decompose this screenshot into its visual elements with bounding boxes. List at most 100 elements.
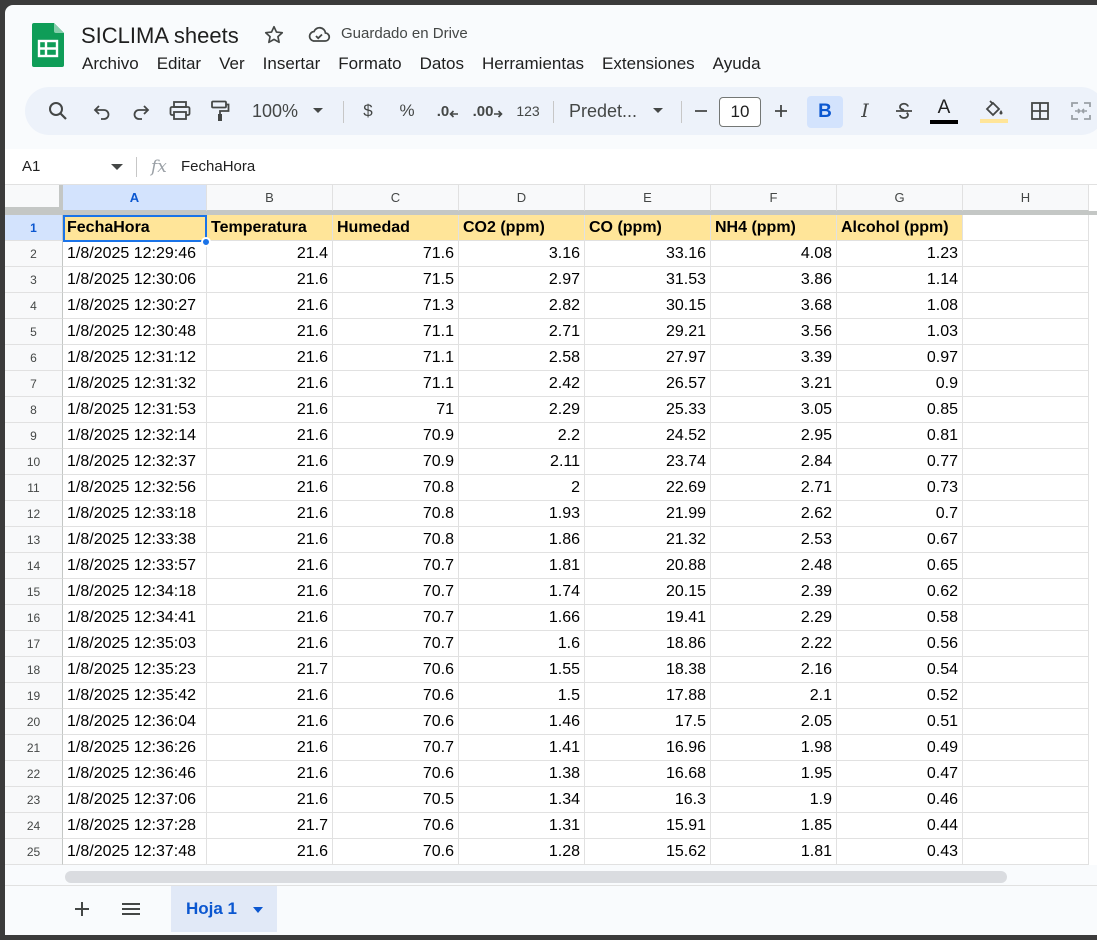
- borders-icon[interactable]: [1025, 87, 1055, 135]
- table-cell[interactable]: 1.31: [459, 813, 585, 839]
- header-cell[interactable]: FechaHora: [63, 215, 207, 241]
- table-cell[interactable]: 1.9: [711, 787, 837, 813]
- table-cell[interactable]: [963, 631, 1089, 657]
- table-cell[interactable]: 30.15: [585, 293, 711, 319]
- table-cell[interactable]: 0.67: [837, 527, 963, 553]
- table-cell[interactable]: 70.7: [333, 605, 459, 631]
- header-cell[interactable]: [963, 215, 1089, 241]
- table-cell[interactable]: [963, 319, 1089, 345]
- table-cell[interactable]: 0.43: [837, 839, 963, 865]
- table-cell[interactable]: 21.6: [207, 293, 333, 319]
- table-cell[interactable]: 1/8/2025 12:30:06: [63, 267, 207, 293]
- table-cell[interactable]: [963, 813, 1089, 839]
- menu-ver[interactable]: Ver: [210, 51, 254, 79]
- table-cell[interactable]: [963, 553, 1089, 579]
- table-cell[interactable]: 70.6: [333, 839, 459, 865]
- table-cell[interactable]: 4.08: [711, 241, 837, 267]
- table-cell[interactable]: 2.71: [711, 475, 837, 501]
- row-header-10[interactable]: 10: [5, 449, 63, 475]
- header-cell[interactable]: Temperatura: [207, 215, 333, 241]
- table-cell[interactable]: 0.54: [837, 657, 963, 683]
- table-cell[interactable]: 1.95: [711, 761, 837, 787]
- table-cell[interactable]: 21.6: [207, 761, 333, 787]
- name-box-dropdown-icon[interactable]: [111, 164, 123, 170]
- menu-extensiones[interactable]: Extensiones: [593, 51, 704, 79]
- row-header-4[interactable]: 4: [5, 293, 63, 319]
- horizontal-scrollbar[interactable]: [65, 871, 1007, 883]
- table-cell[interactable]: 0.9: [837, 371, 963, 397]
- table-cell[interactable]: [963, 241, 1089, 267]
- column-header-b[interactable]: B: [207, 185, 333, 211]
- table-cell[interactable]: 70.8: [333, 527, 459, 553]
- table-cell[interactable]: 19.41: [585, 605, 711, 631]
- table-cell[interactable]: 2.05: [711, 709, 837, 735]
- table-cell[interactable]: 0.44: [837, 813, 963, 839]
- menu-editar[interactable]: Editar: [148, 51, 210, 79]
- table-cell[interactable]: 1/8/2025 12:31:32: [63, 371, 207, 397]
- row-header-2[interactable]: 2: [5, 241, 63, 267]
- table-cell[interactable]: 70.6: [333, 709, 459, 735]
- row-header-14[interactable]: 14: [5, 553, 63, 579]
- table-cell[interactable]: 0.85: [837, 397, 963, 423]
- table-cell[interactable]: 27.97: [585, 345, 711, 371]
- table-cell[interactable]: 21.6: [207, 475, 333, 501]
- table-cell[interactable]: [963, 579, 1089, 605]
- table-cell[interactable]: 2.58: [459, 345, 585, 371]
- column-header-d[interactable]: D: [459, 185, 585, 211]
- menu-herramientas[interactable]: Herramientas: [473, 51, 593, 79]
- table-cell[interactable]: 20.15: [585, 579, 711, 605]
- formula-input[interactable]: FechaHora: [181, 158, 255, 175]
- row-header-5[interactable]: 5: [5, 319, 63, 345]
- row-header-17[interactable]: 17: [5, 631, 63, 657]
- table-cell[interactable]: 1.55: [459, 657, 585, 683]
- table-cell[interactable]: 21.6: [207, 631, 333, 657]
- table-cell[interactable]: 2.16: [711, 657, 837, 683]
- row-header-23[interactable]: 23: [5, 787, 63, 813]
- row-header-11[interactable]: 11: [5, 475, 63, 501]
- bold-button[interactable]: B: [807, 96, 843, 128]
- table-cell[interactable]: 1.6: [459, 631, 585, 657]
- document-title[interactable]: SICLIMA sheets: [81, 23, 239, 49]
- table-cell[interactable]: 21.6: [207, 683, 333, 709]
- table-cell[interactable]: 21.6: [207, 787, 333, 813]
- table-cell[interactable]: [963, 501, 1089, 527]
- table-cell[interactable]: [963, 449, 1089, 475]
- table-cell[interactable]: 2.22: [711, 631, 837, 657]
- table-cell[interactable]: 71.5: [333, 267, 459, 293]
- row-header-1[interactable]: 1: [5, 215, 63, 241]
- table-cell[interactable]: 21.6: [207, 449, 333, 475]
- table-cell[interactable]: 0.52: [837, 683, 963, 709]
- table-cell[interactable]: 1/8/2025 12:36:46: [63, 761, 207, 787]
- column-header-a[interactable]: A: [63, 185, 207, 211]
- table-cell[interactable]: [963, 735, 1089, 761]
- paint-format-icon[interactable]: [207, 87, 233, 135]
- row-header-16[interactable]: 16: [5, 605, 63, 631]
- table-cell[interactable]: 0.49: [837, 735, 963, 761]
- table-cell[interactable]: 21.7: [207, 657, 333, 683]
- table-cell[interactable]: 1/8/2025 12:35:42: [63, 683, 207, 709]
- table-cell[interactable]: 1.08: [837, 293, 963, 319]
- table-cell[interactable]: 70.6: [333, 813, 459, 839]
- table-cell[interactable]: 2.53: [711, 527, 837, 553]
- row-header-24[interactable]: 24: [5, 813, 63, 839]
- table-cell[interactable]: 1.66: [459, 605, 585, 631]
- row-header-22[interactable]: 22: [5, 761, 63, 787]
- table-cell[interactable]: 2.82: [459, 293, 585, 319]
- table-cell[interactable]: 3.39: [711, 345, 837, 371]
- add-sheet-button[interactable]: [69, 896, 95, 922]
- table-cell[interactable]: 1/8/2025 12:29:46: [63, 241, 207, 267]
- table-cell[interactable]: 1/8/2025 12:32:56: [63, 475, 207, 501]
- table-cell[interactable]: 1/8/2025 12:33:38: [63, 527, 207, 553]
- table-cell[interactable]: 1/8/2025 12:33:18: [63, 501, 207, 527]
- table-cell[interactable]: [963, 345, 1089, 371]
- table-cell[interactable]: 2.62: [711, 501, 837, 527]
- menu-ayuda[interactable]: Ayuda: [704, 51, 770, 79]
- table-cell[interactable]: [963, 605, 1089, 631]
- table-cell[interactable]: 1/8/2025 12:31:53: [63, 397, 207, 423]
- table-cell[interactable]: 70.7: [333, 631, 459, 657]
- increase-decimal-button[interactable]: .00: [471, 87, 505, 135]
- table-cell[interactable]: [963, 683, 1089, 709]
- table-cell[interactable]: 70.8: [333, 501, 459, 527]
- table-cell[interactable]: 1.14: [837, 267, 963, 293]
- font-select[interactable]: Predet...: [565, 87, 641, 135]
